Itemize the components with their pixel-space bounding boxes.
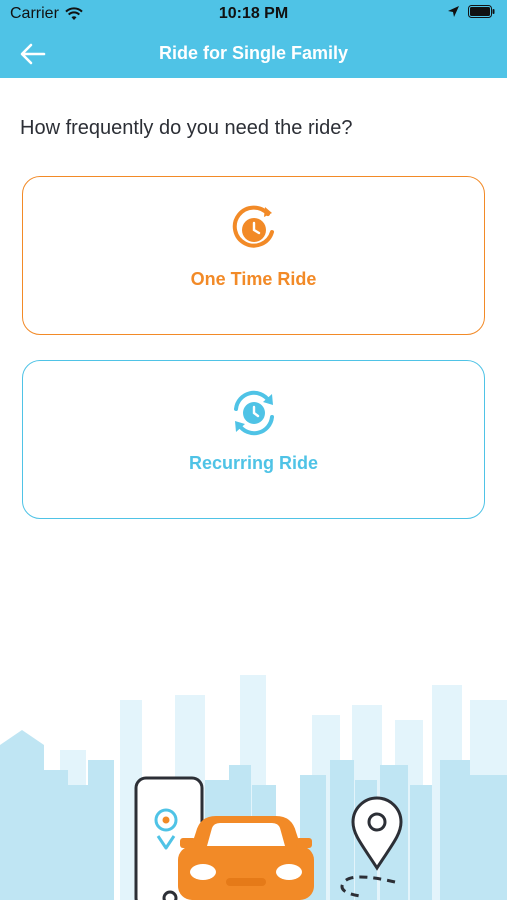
one-time-ride-label: One Time Ride bbox=[190, 269, 317, 289]
question-heading: How frequently do you need the ride? bbox=[20, 117, 353, 139]
status-right-group bbox=[447, 5, 495, 18]
city-car-illustration bbox=[0, 675, 507, 900]
battery-icon bbox=[468, 5, 495, 18]
location-arrow-icon bbox=[448, 6, 459, 17]
recurring-ride-option[interactable]: Recurring Ride bbox=[22, 360, 485, 519]
one-time-ride-option[interactable]: One Time Ride bbox=[22, 176, 485, 335]
car-graphic bbox=[178, 816, 314, 900]
nav-bar: Ride for Single Family bbox=[0, 30, 507, 78]
recurring-ride-label: Recurring Ride bbox=[188, 453, 319, 473]
status-bar: Carrier 10:18 PM bbox=[0, 0, 507, 30]
clock-recurring-arrows-icon bbox=[233, 390, 274, 436]
status-time: 10:18 PM bbox=[218, 5, 289, 22]
page-title: Ride for Single Family bbox=[158, 43, 349, 63]
clock-single-arrow-icon bbox=[232, 205, 274, 248]
